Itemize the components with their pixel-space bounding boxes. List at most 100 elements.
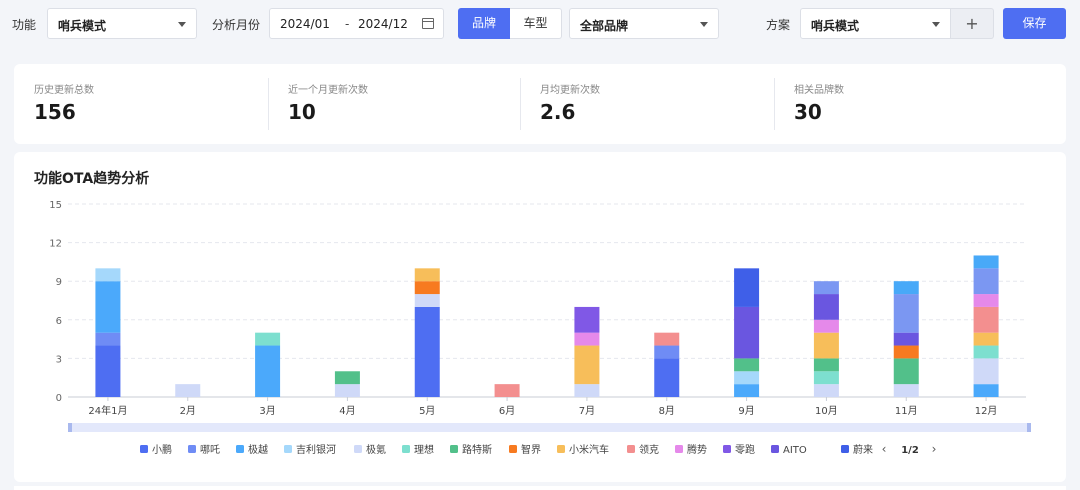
function-select[interactable]: 哨兵模式: [47, 8, 197, 39]
ota-trend-chart: 0 3 6 9 12 15 24年1月 2月 3月 4月 5月 6月 7月 8月 9月 10月 11月 12月小鹏…: [49, 200, 1031, 456]
bar-segment[interactable]: [255, 345, 281, 397]
bar-segment[interactable]: [813, 358, 839, 372]
bar-segment[interactable]: [813, 294, 839, 320]
brand-select[interactable]: 全部品牌: [569, 8, 719, 39]
bar-segment[interactable]: [973, 306, 999, 333]
y-tick-label: 6: [56, 316, 62, 327]
bar-segment[interactable]: [973, 255, 999, 269]
legend-label[interactable]: 哪吒: [200, 444, 220, 456]
tab-model[interactable]: 车型: [510, 8, 562, 39]
legend-label[interactable]: 路特斯: [462, 443, 492, 456]
zoom-handle-left[interactable]: [68, 423, 72, 432]
bar-segment[interactable]: [654, 345, 680, 359]
legend-marker[interactable]: [354, 445, 362, 453]
bar-segment[interactable]: [973, 345, 999, 359]
date-start[interactable]: 2024/01: [280, 17, 330, 31]
legend-label[interactable]: 理想: [414, 443, 434, 456]
legend-label[interactable]: 极氪: [366, 443, 386, 456]
legend-label[interactable]: 蔚来: [853, 444, 873, 456]
bar-segment[interactable]: [414, 306, 440, 397]
bar-segment[interactable]: [973, 332, 999, 346]
save-button[interactable]: 保存: [1003, 8, 1066, 39]
bar-segment[interactable]: [893, 358, 919, 385]
legend-marker[interactable]: [627, 445, 635, 453]
legend-label[interactable]: 吉利银河: [296, 443, 336, 456]
bar-segment[interactable]: [414, 268, 440, 282]
bar-segment[interactable]: [95, 332, 121, 346]
bar-segment[interactable]: [893, 384, 919, 397]
bar-segment[interactable]: [813, 281, 839, 295]
tab-brand[interactable]: 品牌: [458, 8, 510, 39]
legend-marker[interactable]: [140, 445, 148, 453]
legend-marker[interactable]: [675, 445, 683, 453]
bar-segment[interactable]: [95, 268, 121, 282]
bar-segment[interactable]: [893, 294, 919, 333]
legend-marker[interactable]: [450, 445, 458, 453]
legend-marker[interactable]: [284, 445, 292, 453]
bar-segment[interactable]: [813, 332, 839, 359]
bar-segment[interactable]: [734, 358, 760, 372]
bar-segment[interactable]: [334, 371, 360, 385]
bar-segment[interactable]: [574, 332, 600, 346]
x-tick-label: 8月: [659, 405, 675, 417]
chevron-right-icon[interactable]: ›: [932, 442, 937, 456]
legend-marker[interactable]: [557, 445, 565, 453]
bar-segment[interactable]: [574, 345, 600, 385]
legend-marker[interactable]: [236, 445, 244, 453]
legend-label[interactable]: 零跑: [735, 443, 755, 456]
legend-marker[interactable]: [723, 445, 731, 453]
legend-marker[interactable]: [188, 445, 196, 453]
bar-segment[interactable]: [95, 281, 121, 333]
bar-segment[interactable]: [654, 332, 680, 346]
plan-select[interactable]: 哨兵模式: [800, 8, 951, 39]
date-end[interactable]: 2024/12: [358, 17, 408, 31]
bar-segment[interactable]: [414, 294, 440, 307]
bar-segment[interactable]: [414, 281, 440, 295]
bar-segment[interactable]: [973, 294, 999, 307]
bar-segment[interactable]: [494, 384, 520, 397]
legend-label[interactable]: AITO: [783, 445, 807, 456]
legend-label[interactable]: 极越: [248, 443, 268, 456]
date-range-picker[interactable]: 2024/01 - 2024/12: [269, 8, 444, 39]
bar-segment[interactable]: [175, 384, 201, 397]
bar-segment[interactable]: [255, 332, 281, 346]
legend-marker[interactable]: [841, 445, 849, 453]
x-tick-label: 4月: [339, 405, 355, 417]
legend-label[interactable]: 小鹏: [152, 443, 172, 456]
bar-segment[interactable]: [574, 306, 600, 333]
bar-segment[interactable]: [654, 358, 680, 397]
chevron-left-icon[interactable]: ‹: [882, 442, 887, 456]
toolbar: 功能 哨兵模式 分析月份 2024/01 - 2024/12 品牌 车型 全部品…: [0, 0, 1080, 48]
bar-segment[interactable]: [973, 358, 999, 385]
x-tick-label: 3月: [259, 405, 275, 417]
zoom-handle-right[interactable]: [1027, 423, 1031, 432]
bar-segment[interactable]: [813, 384, 839, 397]
bar-segment[interactable]: [813, 319, 839, 333]
stats-panel: 历史更新总数 156 近一个月更新次数 10 月均更新次数 2.6 相关品牌数 …: [14, 64, 1066, 144]
legend-label[interactable]: 小米汽车: [569, 443, 609, 456]
bar-segment[interactable]: [95, 345, 121, 397]
legend-label[interactable]: 腾势: [687, 443, 707, 456]
legend-label[interactable]: 智界: [521, 443, 541, 456]
bar-segment[interactable]: [973, 268, 999, 295]
bar-segment[interactable]: [973, 384, 999, 397]
legend-marker[interactable]: [509, 445, 517, 453]
bar-segment[interactable]: [734, 384, 760, 397]
legend-marker[interactable]: [771, 445, 779, 453]
bar-segment[interactable]: [893, 281, 919, 295]
bar-segment[interactable]: [734, 371, 760, 385]
bar-segment[interactable]: [734, 306, 760, 359]
add-plan-button[interactable]: +: [951, 8, 994, 39]
x-tick-label: 12月: [975, 405, 998, 417]
bar-segment[interactable]: [813, 371, 839, 385]
bar-segment[interactable]: [734, 268, 760, 307]
next-card-edge: [14, 486, 1066, 490]
bar-segment[interactable]: [334, 384, 360, 397]
y-tick-label: 9: [56, 277, 62, 288]
legend-label[interactable]: 领克: [639, 443, 659, 456]
bar-segment[interactable]: [893, 332, 919, 346]
zoom-slider-track[interactable]: [68, 423, 1031, 432]
legend-marker[interactable]: [402, 445, 410, 453]
bar-segment[interactable]: [893, 345, 919, 359]
bar-segment[interactable]: [574, 384, 600, 397]
